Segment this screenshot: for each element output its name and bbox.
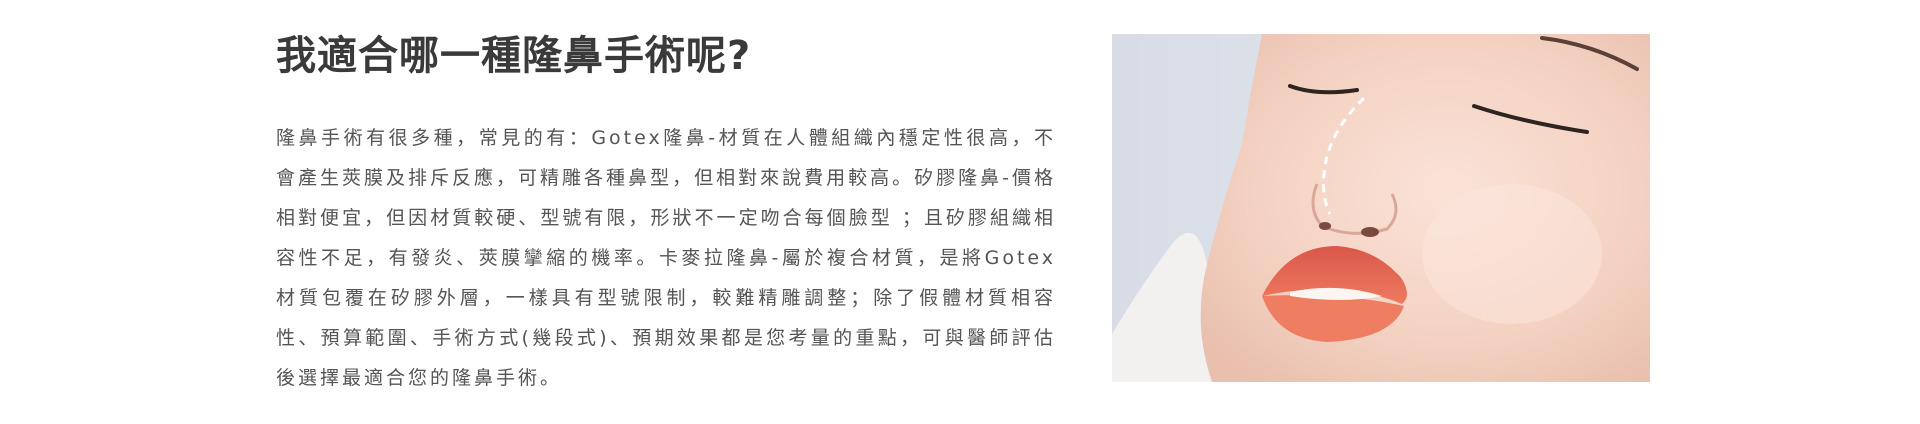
face-skin	[1200, 34, 1650, 382]
face-closeup-photo	[1112, 34, 1650, 382]
text-column: 我適合哪一種隆鼻手術呢? 隆鼻手術有很多種，常見的有：Gotex隆鼻-材質在人體…	[276, 28, 1056, 398]
section-body-text: 隆鼻手術有很多種，常見的有：Gotex隆鼻-材質在人體組織內穩定性很高，不會產生…	[276, 127, 1056, 389]
section-title: 我適合哪一種隆鼻手術呢?	[276, 33, 752, 79]
nostril-right	[1361, 227, 1379, 237]
nostril-left	[1319, 222, 1331, 230]
cheek-highlight	[1422, 184, 1602, 324]
rhinoplasty-info-section: 我適合哪一種隆鼻手術呢? 隆鼻手術有很多種，常見的有：Gotex隆鼻-材質在人體…	[0, 0, 1920, 424]
